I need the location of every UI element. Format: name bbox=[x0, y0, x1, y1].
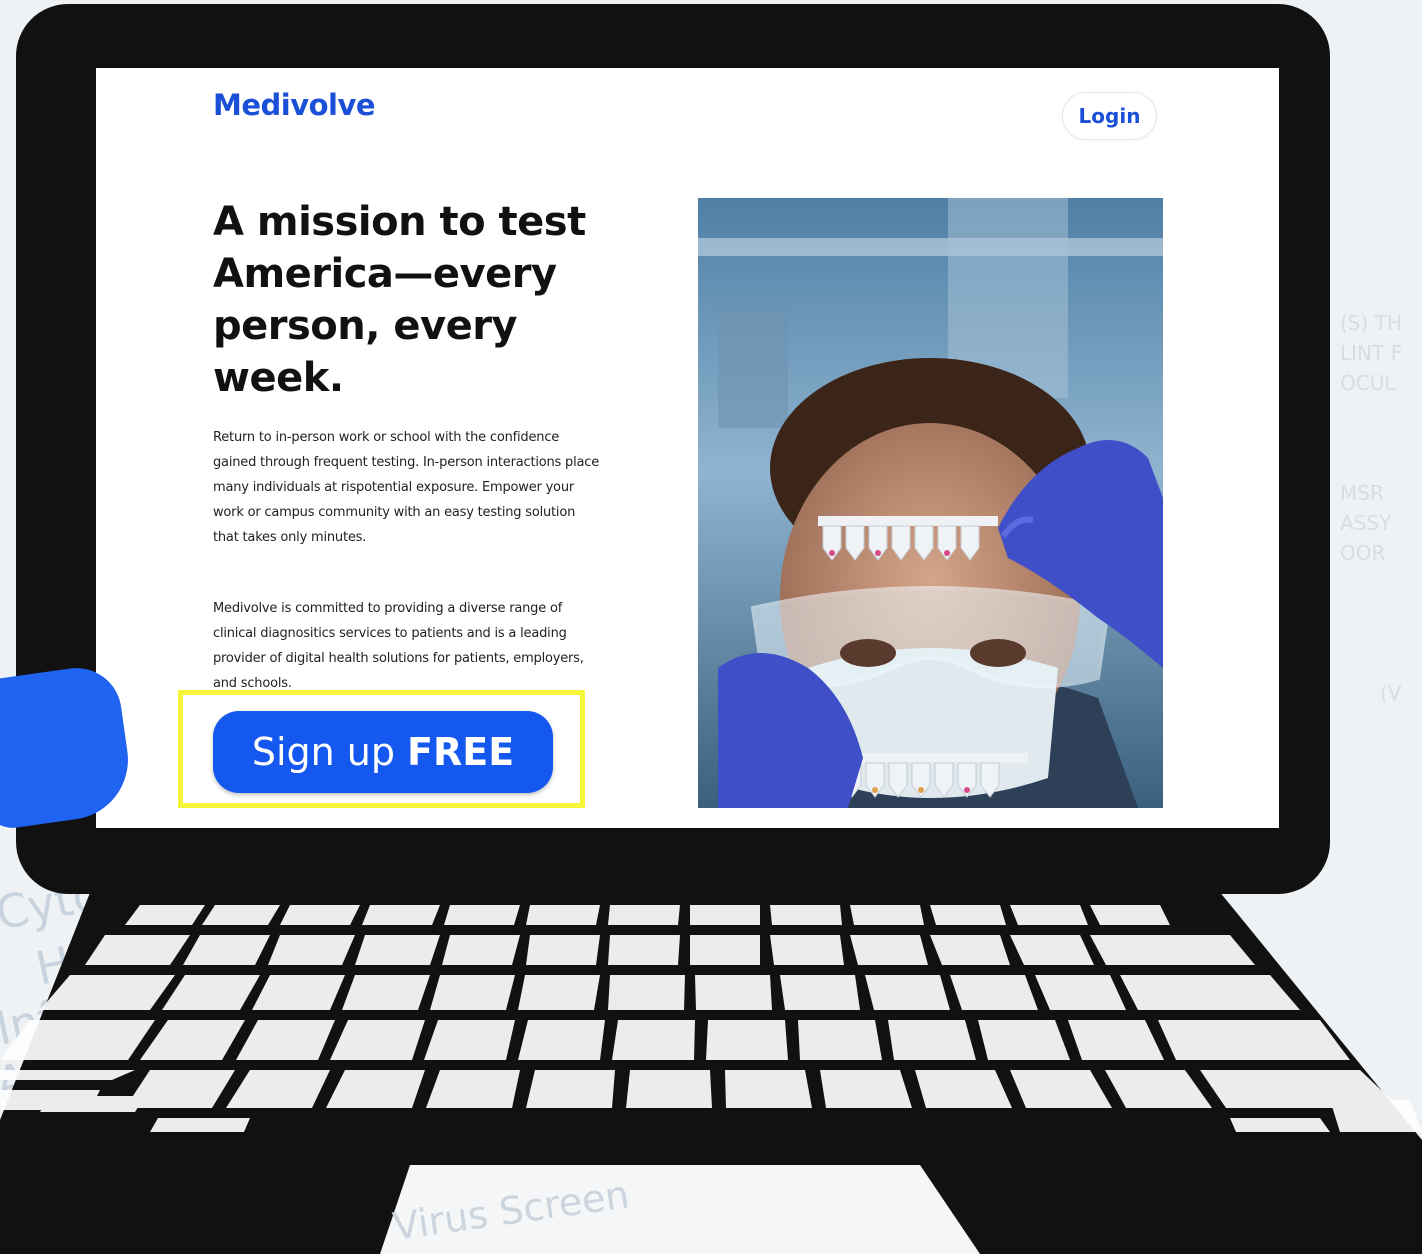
svg-text:(S) TH: (S) TH bbox=[1340, 311, 1402, 335]
svg-text:Influenza culture only: Influenza culture only bbox=[0, 1014, 489, 1170]
svg-text:Available only Nov-Mar screen: Available only Nov-Mar screen negative bbox=[0, 869, 892, 1111]
brand-logo[interactable]: Medivolve bbox=[213, 88, 376, 122]
svg-text:Virus Screen: Virus Screen bbox=[411, 1143, 704, 1254]
hero-photo-scientist bbox=[698, 198, 1163, 808]
svg-text:LINT F: LINT F bbox=[1340, 341, 1402, 365]
hero-title: A mission to test America—every person, … bbox=[213, 199, 586, 401]
laptop-lid: Medivolve Login A mission to test Americ… bbox=[0, 4, 1330, 894]
svg-text:Virus Screen: Virus Screen bbox=[390, 1172, 632, 1249]
signup-emphasis: FREE bbox=[407, 730, 515, 774]
svg-text:ASSY: ASSY bbox=[1340, 511, 1392, 535]
svg-text:MSR: MSR bbox=[1340, 481, 1384, 505]
svg-text:Respiratory from respiratory s: Respiratory from respiratory sources bbox=[0, 1008, 827, 1236]
svg-text:OOR: OOR bbox=[1340, 541, 1385, 565]
svg-text:OCUL: OCUL bbox=[1340, 371, 1396, 395]
svg-text:Influenza A and B: Influenza A and B bbox=[0, 919, 398, 1056]
hero-paragraph-1: Return to in-person work or school with … bbox=[213, 430, 600, 545]
signup-free-button[interactable]: Sign up FREE bbox=[213, 711, 553, 793]
signup-label: Sign up bbox=[251, 730, 396, 774]
laptop-screen: Medivolve Login A mission to test Americ… bbox=[96, 68, 1279, 828]
svg-text:(V: (V bbox=[1380, 681, 1402, 705]
login-button[interactable]: Login bbox=[1062, 92, 1157, 140]
hero-paragraph-2: Medivolve is committed to providing a di… bbox=[213, 601, 584, 691]
